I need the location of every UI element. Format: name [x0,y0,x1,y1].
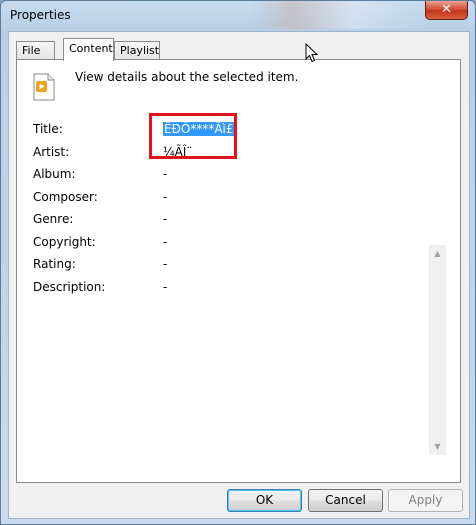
mouse-cursor-icon [305,43,319,63]
tab-file[interactable]: File [16,41,55,60]
tab-content[interactable]: Content [63,38,114,61]
title-label: Title: [33,122,63,136]
apply-button[interactable]: Apply [388,489,463,512]
album-value[interactable]: - [163,167,167,181]
copyright-value[interactable]: - [163,235,167,249]
description-label: Description: [33,280,106,294]
dialog-client: File Content Playlist View details about… [8,31,470,519]
close-button[interactable]: ✕ [425,1,468,20]
composer-value[interactable]: - [163,190,167,204]
rating-value[interactable]: - [163,257,167,271]
ok-button[interactable]: OK [227,489,302,512]
header-description: View details about the selected item. [75,70,299,84]
background-blur [251,1,421,29]
scroll-up-icon[interactable]: ▲ [429,245,446,262]
cancel-button[interactable]: Cancel [308,489,383,512]
annotation-highlight-box [149,113,237,159]
content-panel: View details about the selected item. Ti… [16,59,461,483]
copyright-label: Copyright: [33,235,96,249]
rating-label: Rating: [33,257,76,271]
album-label: Album: [33,167,76,181]
scroll-down-icon[interactable]: ▼ [429,438,446,455]
description-value[interactable]: - [163,280,167,294]
media-file-icon [33,73,55,101]
tab-playlist[interactable]: Playlist [114,41,160,60]
artist-label: Artist: [33,145,70,159]
window-title: Properties [10,8,71,22]
properties-window: Properties ✕ File Content Playlist View … [0,0,476,525]
genre-label: Genre: [33,212,74,226]
composer-label: Composer: [33,190,98,204]
genre-value[interactable]: - [163,212,167,226]
description-scrollbar[interactable]: ▲ ▼ [429,245,446,455]
